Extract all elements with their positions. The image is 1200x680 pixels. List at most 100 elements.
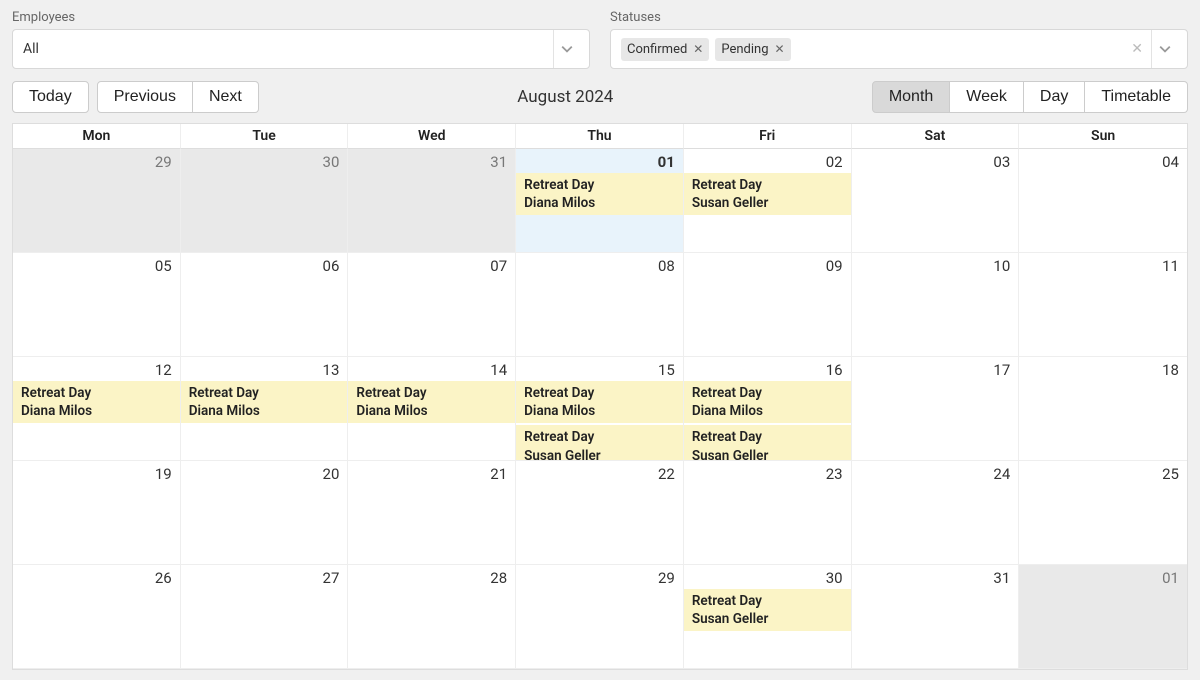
view-timetable-button[interactable]: Timetable [1085,81,1188,113]
chevron-down-icon [553,30,579,68]
calendar-event[interactable]: Retreat DayDiana Milos [684,381,851,423]
event-person: Susan Geller [692,194,843,212]
calendar-day-cell[interactable]: 31 [852,565,1020,669]
calendar-event[interactable]: Retreat DaySusan Geller [684,589,851,631]
calendar-day-cell[interactable]: 06 [181,253,349,357]
calendar-day-cell[interactable]: 11 [1019,253,1187,357]
previous-button[interactable]: Previous [97,81,193,113]
date-number: 15 [522,361,677,379]
event-title: Retreat Day [21,385,91,401]
calendar-day-cell[interactable]: 09 [684,253,852,357]
calendar-day-cell[interactable]: 17 [852,357,1020,461]
calendar-day-cell[interactable]: 22 [516,461,684,565]
event-title: Retreat Day [356,385,426,401]
calendar-day-cell[interactable]: 01 [1019,565,1187,669]
calendar-day-cell[interactable]: 13Retreat DayDiana Milos [181,357,349,461]
event-person: Diana Milos [189,402,340,420]
calendar-day-cell[interactable]: 26 [13,565,181,669]
weekday-header: Sat [852,124,1020,149]
date-number: 25 [1025,465,1181,483]
event-person: Susan Geller [524,447,675,461]
calendar-day-cell[interactable]: 08 [516,253,684,357]
clear-icon[interactable]: ✕ [1123,41,1151,57]
date-number: 03 [858,153,1013,171]
date-number: 24 [858,465,1013,483]
date-number: 16 [690,361,845,379]
employees-label: Employees [12,10,590,25]
calendar-day-cell[interactable]: 29 [516,565,684,669]
close-icon[interactable]: ✕ [693,42,703,56]
calendar-day-cell[interactable]: 12Retreat DayDiana Milos [13,357,181,461]
calendar-day-cell[interactable]: 16Retreat DayDiana MilosRetreat DaySusan… [684,357,852,461]
event-person: Diana Milos [21,402,172,420]
calendar-day-cell[interactable]: 02 Retreat DaySusan Geller [684,149,852,253]
view-switcher: Month Week Day Timetable [872,81,1188,113]
date-number: 28 [354,569,509,587]
statuses-select[interactable]: Confirmed✕ Pending✕ ✕ [610,29,1188,69]
date-number: 29 [19,153,174,171]
event-person: Diana Milos [692,402,843,420]
employees-select[interactable]: All [12,29,590,69]
calendar-day-cell[interactable]: 07 [348,253,516,357]
status-chip[interactable]: Pending✕ [715,38,790,61]
nav-button-group: Previous Next [97,81,259,113]
date-number: 31 [354,153,509,171]
calendar-day-cell[interactable]: 10 [852,253,1020,357]
event-person: Diana Milos [356,402,507,420]
calendar-day-cell[interactable]: 05 [13,253,181,357]
weekday-header: Thu [516,124,684,149]
view-month-button[interactable]: Month [872,81,950,113]
calendar-event[interactable]: Retreat DaySusan Geller [684,173,851,215]
status-chip[interactable]: Confirmed✕ [621,38,709,61]
calendar-event[interactable]: Retreat DayDiana Milos [348,381,515,423]
calendar-day-cell[interactable]: 20 [181,461,349,565]
next-button[interactable]: Next [193,81,259,113]
calendar-day-cell[interactable]: 28 [348,565,516,669]
calendar-event[interactable]: Retreat DayDiana Milos [516,381,683,423]
date-number: 21 [354,465,509,483]
calendar-title: August 2024 [259,87,872,107]
today-button[interactable]: Today [12,81,89,113]
close-icon[interactable]: ✕ [775,42,785,56]
calendar-day-cell[interactable]: 14Retreat DayDiana Milos [348,357,516,461]
calendar-day-cell[interactable]: 04 [1019,149,1187,253]
calendar-day-cell[interactable]: 18 [1019,357,1187,461]
date-number: 02 [690,153,845,171]
calendar-day-cell[interactable]: 19 [13,461,181,565]
date-number: 04 [1025,153,1181,171]
date-number: 18 [1025,361,1181,379]
calendar-day-cell[interactable]: 30 [181,149,349,253]
event-title: Retreat Day [524,177,594,193]
calendar-body: 29303101Retreat DayDiana Milos02Retreat … [13,149,1187,669]
calendar-day-cell[interactable]: 30Retreat DaySusan Geller [684,565,852,669]
calendar-header-row: MonTueWedThuFriSatSun [13,124,1187,149]
date-number: 31 [858,569,1013,587]
calendar-toolbar: Today Previous Next August 2024 Month We… [12,81,1188,113]
calendar-day-cell[interactable]: 01Retreat DayDiana Milos [516,149,684,253]
event-title: Retreat Day [524,429,594,445]
calendar-day-cell[interactable]: 03 [852,149,1020,253]
date-number: 08 [522,257,677,275]
event-title: Retreat Day [692,429,762,445]
calendar-event[interactable]: Retreat DaySusan Geller [684,425,851,461]
calendar-day-cell[interactable]: 21 [348,461,516,565]
calendar-day-cell[interactable]: 23 [684,461,852,565]
calendar-day-cell[interactable]: 24 [852,461,1020,565]
calendar-day-cell[interactable]: 29 [13,149,181,253]
date-number: 06 [187,257,342,275]
date-number: 27 [187,569,342,587]
calendar-day-cell[interactable]: 25 [1019,461,1187,565]
calendar: MonTueWedThuFriSatSun 29303101Retreat Da… [12,123,1188,670]
date-number: 01 [1025,569,1181,587]
calendar-event[interactable]: Retreat Day Susan Geller [516,425,683,461]
calendar-day-cell[interactable]: 15 Retreat DayDiana Milos Retreat Day Susan… [516,357,684,461]
calendar-day-cell[interactable]: 31 [348,149,516,253]
calendar-day-cell[interactable]: 27 [181,565,349,669]
calendar-event[interactable]: Retreat DayDiana Milos [13,381,180,423]
date-number: 26 [19,569,174,587]
view-day-button[interactable]: Day [1024,81,1085,113]
view-week-button[interactable]: Week [950,81,1024,113]
calendar-event[interactable]: Retreat DayDiana Milos [516,173,683,215]
date-number: 10 [858,257,1013,275]
calendar-event[interactable]: Retreat DayDiana Milos [181,381,348,423]
